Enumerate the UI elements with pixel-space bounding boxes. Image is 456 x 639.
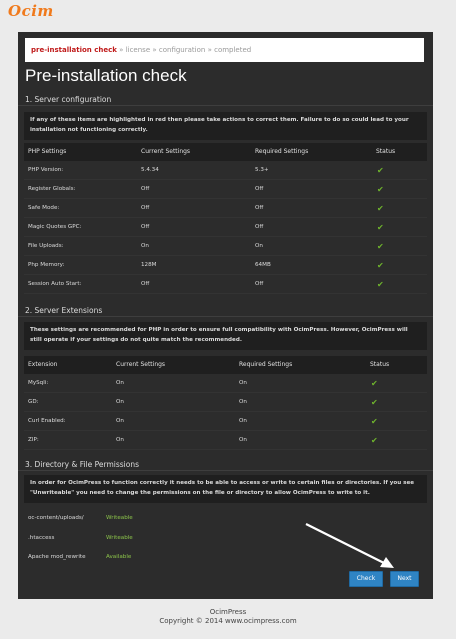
footer-copyright: Copyright © 2014 www.ocimpress.com bbox=[159, 617, 297, 625]
footer-title: OcimPress bbox=[209, 608, 247, 616]
annotation-arrow-icon bbox=[305, 523, 394, 568]
